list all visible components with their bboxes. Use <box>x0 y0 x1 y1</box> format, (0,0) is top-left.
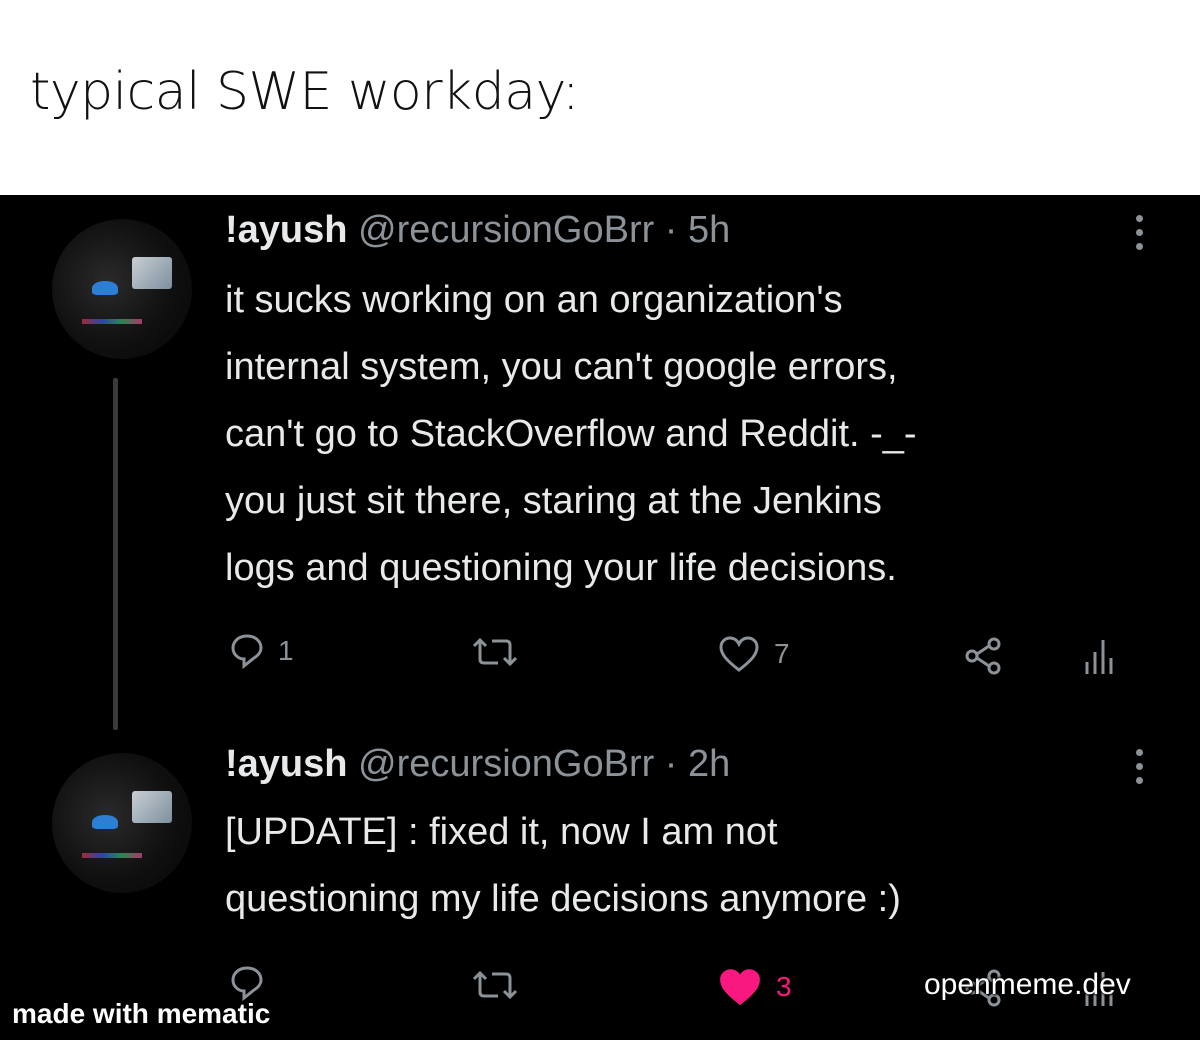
share-button[interactable] <box>964 636 1004 676</box>
avatar[interactable] <box>52 219 192 359</box>
handle-and-time[interactable]: @recursionGoBrr · 5h <box>358 209 730 251</box>
tweet-text: [UPDATE] : fixed it, now I am not questi… <box>225 799 1165 933</box>
retweet-button[interactable] <box>470 970 520 1000</box>
reply-button[interactable] <box>230 965 278 1001</box>
meme-caption-area: typical SWE workday: <box>0 0 1200 195</box>
analytics-icon <box>1085 640 1113 674</box>
handle-and-time[interactable]: @recursionGoBrr · 2h <box>358 743 730 785</box>
display-name[interactable]: !ayush <box>225 743 347 785</box>
more-options-icon[interactable] <box>1125 747 1155 787</box>
like-button[interactable]: 3 <box>718 967 792 1007</box>
tweet-line: it sucks working on an organization's <box>225 279 843 321</box>
display-name[interactable]: !ayush <box>225 209 347 251</box>
reply-count: 1 <box>278 635 294 666</box>
analytics-button[interactable] <box>1083 636 1113 676</box>
avatar[interactable] <box>52 753 192 893</box>
meme-caption: typical SWE workday: <box>30 62 580 122</box>
tweet-line: internal system, you can't google errors… <box>225 346 898 388</box>
tweet-text: it sucks working on an organization's in… <box>225 267 1165 602</box>
reply-icon <box>231 634 263 669</box>
tweet-header: !ayush @recursionGoBrr · 2h <box>225 743 730 786</box>
watermark-mematic: made with mematic <box>12 998 271 1029</box>
watermark-openmeme: openmeme.dev <box>924 968 1131 1001</box>
reply-button[interactable]: 1 <box>230 633 294 669</box>
tweet-line: logs and questioning your life decisions… <box>225 547 897 589</box>
thread-connector-line <box>113 378 118 730</box>
tweet-line: questioning my life decisions anymore :) <box>225 878 901 920</box>
tweet-thread-screenshot: !ayush @recursionGoBrr · 5h it sucks wor… <box>0 195 1200 1040</box>
tweet-line: [UPDATE] : fixed it, now I am not <box>225 811 778 853</box>
tweet-line: you just sit there, staring at the Jenki… <box>225 480 882 522</box>
like-count: 3 <box>776 971 792 1002</box>
reply-icon <box>231 966 263 1001</box>
heart-icon <box>719 636 759 672</box>
tweet-header: !ayush @recursionGoBrr · 5h <box>225 209 730 252</box>
tweet-line: can't go to StackOverflow and Reddit. -_… <box>225 413 917 455</box>
like-count: 7 <box>774 638 790 669</box>
retweet-icon <box>472 970 518 1000</box>
more-options-icon[interactable] <box>1125 213 1155 253</box>
share-icon <box>965 637 1001 675</box>
retweet-button[interactable] <box>470 637 520 667</box>
heart-filled-icon <box>720 969 760 1006</box>
retweet-icon <box>472 637 518 667</box>
like-button[interactable]: 7 <box>718 635 790 673</box>
